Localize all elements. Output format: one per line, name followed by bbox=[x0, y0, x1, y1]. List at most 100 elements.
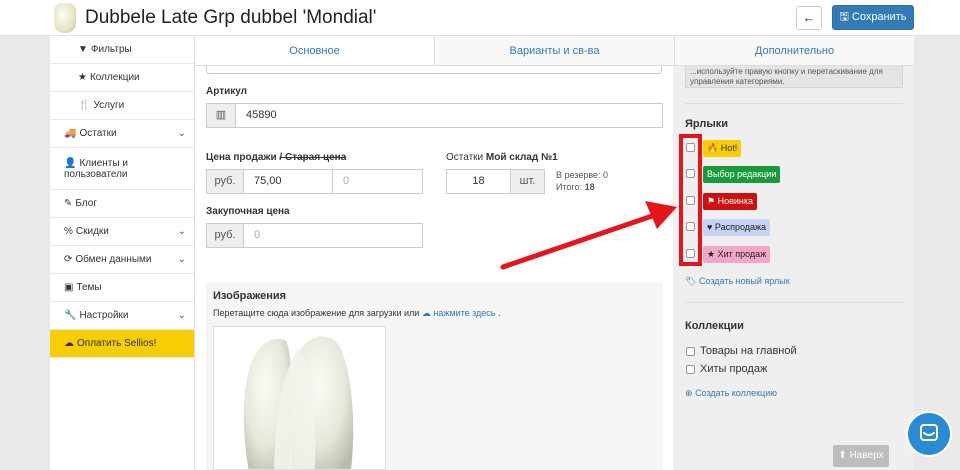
sidebar-item-pay[interactable]: ☁ Оплатить Sellios! bbox=[50, 330, 194, 358]
sidebar-item-label: Обмен данными bbox=[75, 254, 152, 265]
plus-circle-icon: ⊕ bbox=[685, 388, 693, 398]
chat-widget-button[interactable] bbox=[906, 411, 952, 457]
flag-icon: ⚑ bbox=[707, 196, 716, 206]
label-badge-hot: 🔥 Hot! bbox=[703, 140, 742, 157]
sidebar-item-label: Скидки bbox=[75, 226, 109, 237]
sidebar-item-label: Услуги bbox=[93, 100, 125, 111]
sidebar-item-label: Темы bbox=[76, 282, 102, 293]
old-price-input[interactable]: 0 bbox=[332, 169, 423, 194]
label-badge-sale: ♥ Распродажа bbox=[703, 219, 771, 236]
refresh-icon: ⟳ bbox=[64, 254, 73, 265]
tab-main[interactable]: Основное bbox=[195, 36, 435, 65]
tab-bar: Основное Варианты и св-ва Дополнительно bbox=[195, 36, 914, 66]
sidebar-item-clients[interactable]: 👤 Клиенты и пользователи bbox=[50, 148, 194, 190]
sidebar-item-stock[interactable]: 🚚 Остатки ⌄ bbox=[50, 120, 194, 148]
images-hint: Перетащите сюда изображение для загрузки… bbox=[213, 308, 501, 318]
scroll-top-button[interactable]: ⬆ Наверх bbox=[833, 445, 889, 467]
reserve-text: В резерве: 0 bbox=[556, 170, 609, 180]
stock-input[interactable]: 18 bbox=[446, 169, 511, 194]
star-icon: ★ bbox=[78, 72, 87, 83]
create-collection-link[interactable]: ⊕ Создать коллекцию bbox=[685, 388, 777, 399]
picture-icon: ▣ bbox=[64, 282, 74, 293]
sidebar-item-settings[interactable]: 🔧 Настройки ⌄ bbox=[50, 302, 194, 330]
percent-icon: % bbox=[64, 226, 73, 237]
category-note: ...используйте правую кнопку и перетаски… bbox=[685, 66, 903, 88]
chevron-down-icon[interactable]: ⌄ bbox=[178, 310, 186, 321]
tag-icon: 🏷 bbox=[685, 276, 697, 286]
currency-addon: руб. bbox=[206, 223, 244, 248]
sidebar-item-data-exchange[interactable]: ⟳ Обмен данными ⌄ bbox=[50, 246, 194, 274]
purchase-price-label: Закупочная цена bbox=[206, 206, 290, 217]
sidebar-item-label: Настройки bbox=[79, 310, 129, 321]
collections-title: Коллекции bbox=[685, 320, 744, 332]
cutlery-icon: 🍴 bbox=[78, 100, 91, 111]
save-button[interactable]: 🖫 Сохранить bbox=[832, 5, 914, 30]
scrolled-field-input[interactable] bbox=[206, 66, 662, 74]
tab-additional[interactable]: Дополнительно bbox=[675, 36, 914, 65]
arrow-up-icon: ⬆ bbox=[838, 450, 847, 461]
sidebar-item-blog[interactable]: ✎ Блог bbox=[50, 190, 194, 218]
cloud-upload-icon: ☁ bbox=[421, 308, 431, 318]
stock-unit-addon: шт. bbox=[510, 169, 545, 194]
collection-label-home: Товары на главной bbox=[700, 345, 797, 357]
label-badge-editors-choice: Выбор редакции bbox=[703, 166, 781, 183]
divider bbox=[685, 103, 903, 104]
cloud-icon: ☁ bbox=[64, 338, 74, 349]
sidebar-item-collections[interactable]: ★ Коллекции bbox=[50, 64, 194, 92]
fire-icon: 🔥 bbox=[707, 143, 719, 153]
filter-icon: ▼ bbox=[78, 44, 88, 55]
sidebar-item-services[interactable]: 🍴 Услуги bbox=[50, 92, 194, 120]
purchase-price-input[interactable]: 0 bbox=[243, 223, 423, 248]
labels-title: Ярлыки bbox=[685, 118, 729, 130]
label-badge-new: ⚑ Новинка bbox=[703, 193, 758, 210]
product-thumbnail bbox=[54, 3, 76, 33]
sidebar-item-label: Фильтры bbox=[90, 44, 132, 55]
sidebar-item-label: Блог bbox=[75, 198, 97, 209]
sidebar: ▼ Фильтры ★ Коллекции 🍴 Услуги 🚚 Остатки… bbox=[50, 36, 195, 470]
save-button-label: Сохранить bbox=[851, 11, 907, 23]
label-badge-bestseller: ★ Хит продаж bbox=[703, 246, 771, 263]
truck-icon: 🚚 bbox=[64, 128, 77, 139]
tulip-image bbox=[243, 336, 354, 469]
currency-addon: руб. bbox=[206, 169, 244, 194]
chevron-down-icon[interactable]: ⌄ bbox=[178, 128, 186, 139]
back-button[interactable]: ← bbox=[796, 6, 822, 30]
arrow-left-icon: ← bbox=[802, 10, 816, 25]
divider bbox=[685, 302, 903, 303]
sidebar-item-label: Коллекции bbox=[89, 72, 140, 83]
chevron-down-icon[interactable]: ⌄ bbox=[178, 254, 186, 265]
collection-label-bestsellers: Хиты продаж bbox=[700, 363, 768, 375]
page-title: Dubbele Late Grp dubbel 'Mondial' bbox=[85, 7, 377, 28]
heart-icon: ♥ bbox=[707, 222, 713, 232]
barcode-icon: ▥ bbox=[206, 103, 236, 128]
product-image[interactable] bbox=[213, 326, 386, 470]
create-label-link[interactable]: 🏷 Создать новый ярлык bbox=[685, 276, 790, 287]
sidebar-item-label: 👤 Клиенты и пользователи bbox=[64, 157, 128, 180]
upload-link[interactable]: ☁ нажмите здесь bbox=[422, 308, 496, 318]
annotation-arrow bbox=[500, 201, 677, 270]
images-title: Изображения bbox=[213, 290, 287, 302]
warehouse-name: Мой склад №1 bbox=[485, 152, 558, 163]
chevron-down-icon[interactable]: ⌄ bbox=[178, 226, 186, 237]
sidebar-item-themes[interactable]: ▣ Темы bbox=[50, 274, 194, 302]
price-input[interactable]: 75,00 bbox=[243, 169, 333, 194]
old-price-label: / Старая цена bbox=[279, 152, 347, 163]
total-text: Итого: 18 bbox=[556, 182, 595, 192]
collection-checkbox-home[interactable] bbox=[686, 347, 695, 356]
sku-label: Артикул bbox=[206, 86, 248, 97]
wrench-icon: 🔧 bbox=[64, 310, 77, 321]
star-icon: ★ bbox=[707, 249, 716, 259]
sidebar-item-filters[interactable]: ▼ Фильтры bbox=[50, 36, 194, 64]
sku-input[interactable]: 45890 bbox=[235, 103, 663, 128]
floppy-disk-icon: 🖫 bbox=[839, 11, 849, 23]
sidebar-item-label: Остатки bbox=[79, 128, 117, 139]
sidebar-item-label: Оплатить Sellios! bbox=[77, 338, 157, 349]
pencil-icon: ✎ bbox=[64, 198, 73, 209]
sidebar-item-discounts[interactable]: % Скидки ⌄ bbox=[50, 218, 194, 246]
tab-variants[interactable]: Варианты и св-ва bbox=[435, 36, 675, 65]
chat-icon bbox=[920, 424, 938, 441]
stock-reserve-info: В резерве: 0 Итого: 18 bbox=[556, 169, 608, 193]
price-label: Цена продажи / Старая цена bbox=[206, 152, 347, 163]
stock-label: Остатки Мой склад №1 bbox=[446, 152, 558, 163]
collection-checkbox-bestsellers[interactable] bbox=[686, 365, 695, 374]
